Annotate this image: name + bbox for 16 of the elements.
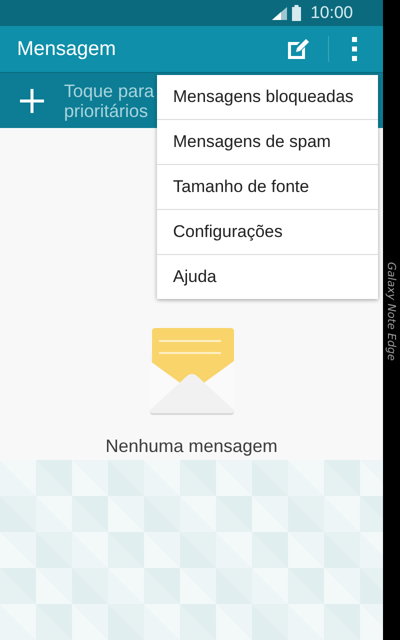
menu-item[interactable]: Mensagens de spam [157,120,378,165]
menu-item[interactable]: Tamanho de fonte [157,165,378,210]
add-icon[interactable] [20,88,44,112]
compose-icon[interactable] [288,39,310,59]
menu-item[interactable]: Ajuda [157,255,378,299]
menu-item[interactable]: Configurações [157,210,378,255]
priority-hint: prioritários [64,100,148,120]
priority-hint: Toque para [64,80,154,100]
status-time: 10:00 [310,3,353,23]
menu-item[interactable]: Mensagens bloqueadas [157,75,378,120]
app-title: Mensagem [17,38,117,60]
more-options-icon[interactable] [352,37,358,61]
empty-message: Nenhuma mensagem [105,436,278,457]
battery-icon [292,5,302,21]
signal-icon [272,6,288,20]
edge-label: Galaxy Note Edge [385,262,398,361]
